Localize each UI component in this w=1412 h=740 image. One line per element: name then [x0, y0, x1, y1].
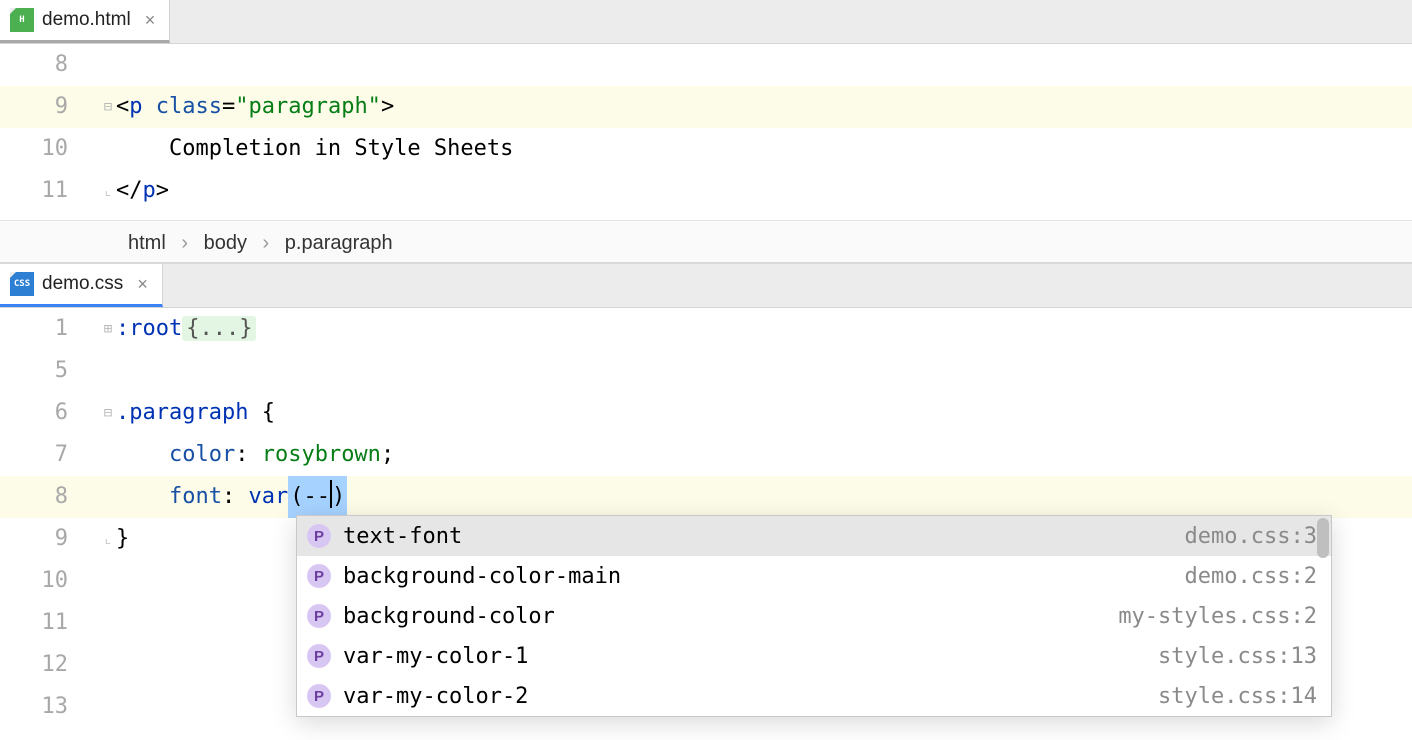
breadcrumb-seg[interactable]: body: [204, 232, 247, 254]
completion-location: demo.css:3: [1185, 524, 1317, 549]
close-icon[interactable]: ×: [137, 274, 148, 295]
html-file-icon: H: [10, 8, 34, 32]
completion-item[interactable]: P var-my-color-1 style.css:13: [297, 636, 1331, 676]
completion-item[interactable]: P text-font demo.css:3: [297, 516, 1331, 556]
property-badge-icon: P: [307, 604, 331, 628]
property-badge-icon: P: [307, 644, 331, 668]
breadcrumb-seg[interactable]: p.paragraph: [285, 232, 393, 254]
completion-location: style.css:14: [1158, 684, 1317, 709]
completion-item[interactable]: P background-color-main demo.css:2: [297, 556, 1331, 596]
property-badge-icon: P: [307, 684, 331, 708]
completion-name: var-my-color-2: [343, 684, 1146, 709]
completion-item[interactable]: P background-color my-styles.css:2: [297, 596, 1331, 636]
css-file-icon: CSS: [10, 272, 34, 296]
completion-name: text-font: [343, 524, 1173, 549]
code-html[interactable]: <p class="paragraph"> Completion in Styl…: [116, 44, 1412, 212]
property-badge-icon: P: [307, 524, 331, 548]
fold-column-css: ⊞ ⊟ ⌞: [100, 308, 116, 738]
completion-name: background-color: [343, 604, 1106, 629]
completion-name: var-my-color-1: [343, 644, 1146, 669]
completion-popup[interactable]: P text-font demo.css:3 P background-colo…: [296, 515, 1332, 717]
tab-bar-bottom: CSS demo.css ×: [0, 264, 1412, 308]
editor-html[interactable]: 8 9 10 11 ⊟ ⌞ <p class="paragraph"> Comp…: [0, 44, 1412, 220]
tab-label: demo.html: [42, 9, 131, 31]
completion-location: demo.css:2: [1185, 564, 1317, 589]
fold-column-html: ⊟ ⌞: [100, 44, 116, 220]
breadcrumb[interactable]: html › body › p.paragraph: [0, 220, 1412, 264]
close-icon[interactable]: ×: [145, 10, 156, 31]
tab-demo-html[interactable]: H demo.html ×: [0, 0, 170, 43]
chevron-right-icon: ›: [181, 232, 188, 254]
tab-demo-css[interactable]: CSS demo.css ×: [0, 264, 163, 307]
chevron-right-icon: ›: [263, 232, 270, 254]
completion-location: style.css:13: [1158, 644, 1317, 669]
completion-location: my-styles.css:2: [1118, 604, 1317, 629]
completion-item[interactable]: P var-my-color-2 style.css:14: [297, 676, 1331, 716]
gutter-html: 8 9 10 11: [0, 44, 100, 220]
scrollbar[interactable]: [1317, 518, 1329, 558]
property-badge-icon: P: [307, 564, 331, 588]
tab-bar-top: H demo.html ×: [0, 0, 1412, 44]
editor-css[interactable]: 1 5 6 7 8 9 10 11 12 13 ⊞ ⊟ ⌞ :root{...}…: [0, 308, 1412, 738]
breadcrumb-seg[interactable]: html: [128, 232, 166, 254]
gutter-css: 1 5 6 7 8 9 10 11 12 13: [0, 308, 100, 738]
completion-name: background-color-main: [343, 564, 1173, 589]
tab-label: demo.css: [42, 273, 123, 295]
